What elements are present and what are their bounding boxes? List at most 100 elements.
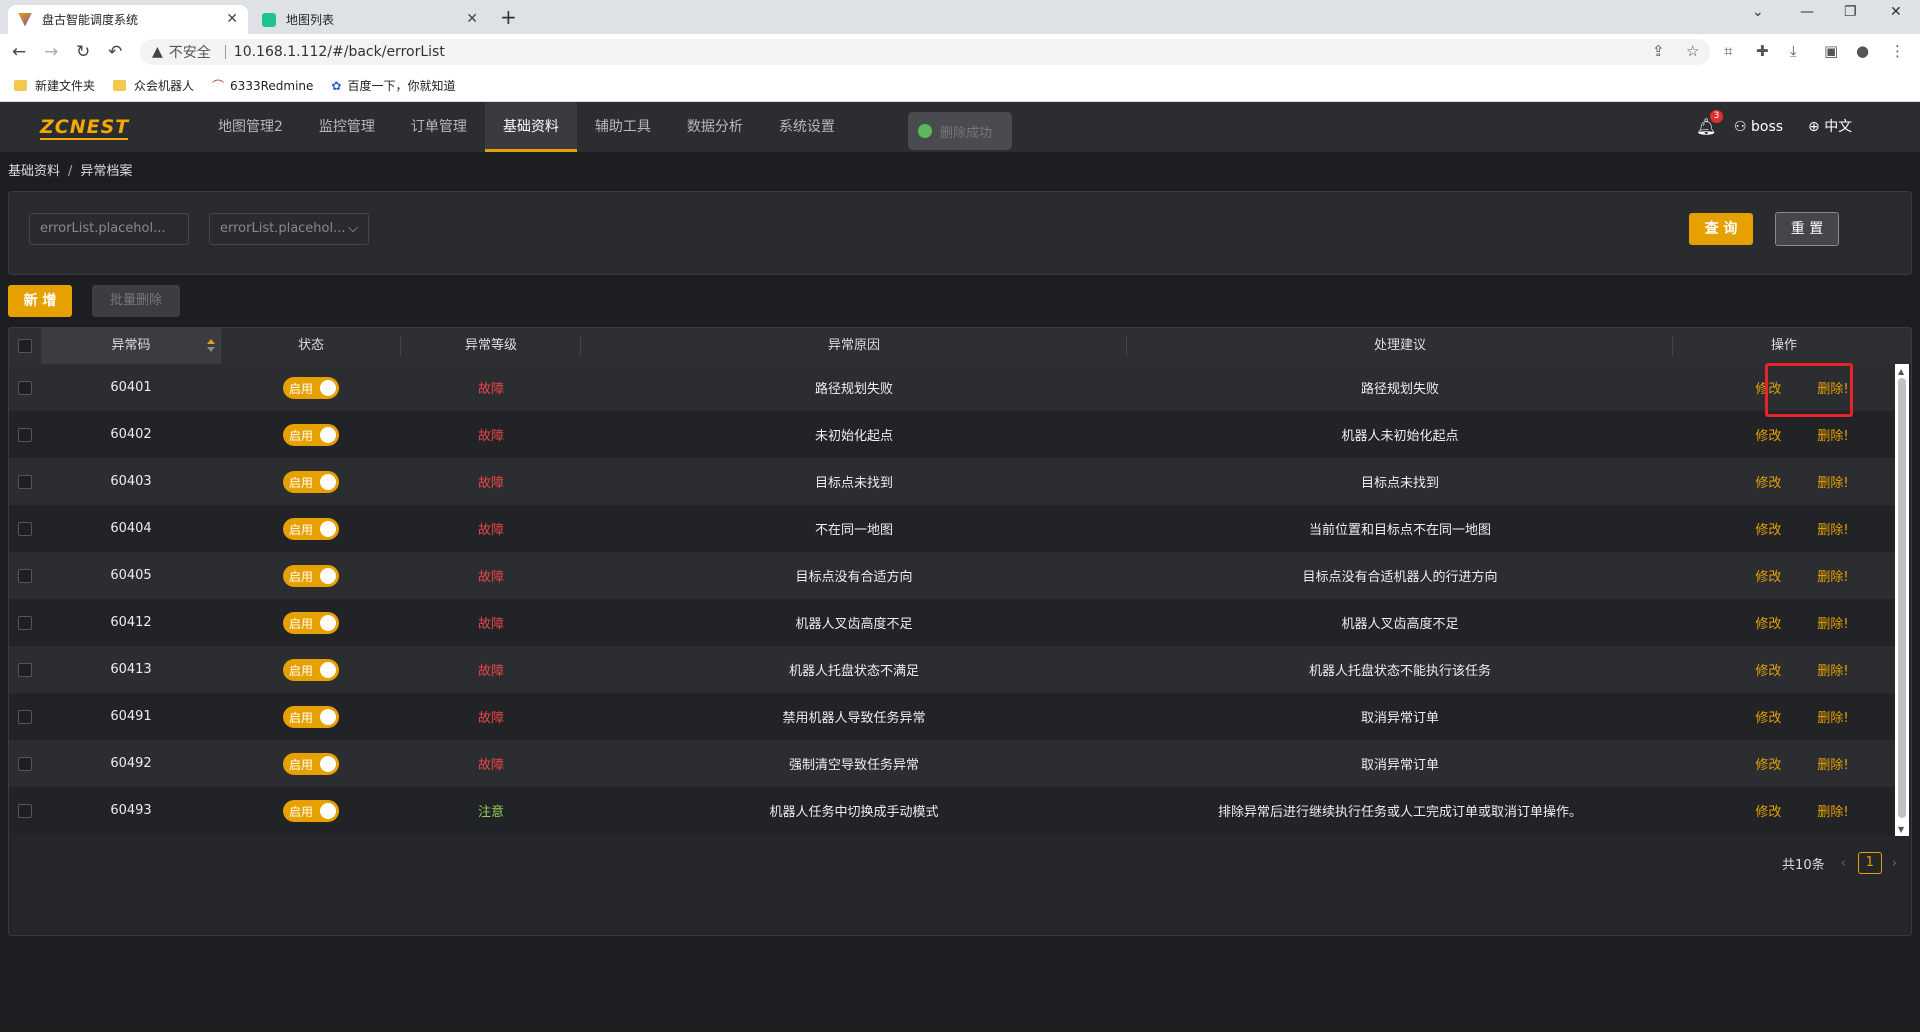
crop-icon[interactable]: ⌗: [1724, 42, 1732, 60]
download-icon[interactable]: ⤓: [1790, 42, 1797, 60]
delete-button[interactable]: 删除!: [1817, 613, 1848, 632]
edit-button[interactable]: 修改: [1755, 707, 1781, 726]
new-tab-button[interactable]: +: [500, 5, 517, 29]
status-toggle[interactable]: 启用: [283, 564, 339, 587]
edit-button[interactable]: 修改: [1755, 566, 1781, 585]
edit-button[interactable]: 修改: [1755, 801, 1781, 820]
delete-button[interactable]: 删除!: [1817, 425, 1848, 444]
row-checkbox[interactable]: [18, 474, 32, 489]
next-page-icon[interactable]: ›: [1892, 856, 1897, 871]
scroll-up-icon[interactable]: ▲: [1898, 367, 1904, 376]
minimize-icon[interactable]: —: [1800, 4, 1814, 20]
menu-item-basic-data[interactable]: 基础资料: [484, 102, 577, 152]
status-toggle[interactable]: 启用: [283, 376, 339, 399]
status-toggle[interactable]: 启用: [283, 423, 339, 446]
edit-button[interactable]: 修改: [1755, 613, 1781, 632]
row-checkbox[interactable]: [18, 615, 32, 630]
browser-tab-active[interactable]: 盘古智能调度系统 ✕: [8, 5, 248, 34]
language-switch[interactable]: ⊕ 中文: [1808, 102, 1852, 152]
status-toggle[interactable]: 启用: [283, 705, 339, 728]
query-button[interactable]: 查 询: [1689, 213, 1753, 245]
bookmark-item[interactable]: ⌒ 6333Redmine: [212, 77, 313, 94]
browser-tab[interactable]: 地图列表 ✕: [252, 5, 488, 34]
menu-item-settings[interactable]: 系统设置: [761, 102, 853, 152]
delete-button[interactable]: 删除!: [1817, 754, 1848, 773]
scrollbar-thumb[interactable]: [1898, 378, 1906, 818]
tab-search-icon[interactable]: ⌄: [1752, 4, 1764, 20]
menu-item-analytics[interactable]: 数据分析: [669, 102, 761, 152]
row-checkbox[interactable]: [18, 756, 32, 771]
status-toggle[interactable]: 启用: [283, 611, 339, 634]
error-level-select[interactable]: errorList.placehol... ⌵: [209, 213, 369, 245]
restore-icon[interactable]: ❐: [1844, 4, 1857, 20]
menu-item-map[interactable]: 地图管理2: [200, 102, 301, 152]
more-icon[interactable]: ⋮: [1890, 42, 1905, 60]
bookmark-star-icon[interactable]: ☆: [1686, 42, 1699, 60]
table-scrollbar[interactable]: ▲ ▼: [1895, 364, 1909, 836]
reset-button[interactable]: 重 置: [1775, 212, 1839, 246]
breadcrumb-parent[interactable]: 基础资料: [8, 164, 60, 179]
close-icon[interactable]: ✕: [226, 11, 238, 27]
delete-button[interactable]: 删除!: [1817, 566, 1848, 585]
menu-item-monitor[interactable]: 监控管理: [301, 102, 393, 152]
menu-item-tools[interactable]: 辅助工具: [577, 102, 669, 152]
row-checkbox[interactable]: [18, 568, 32, 583]
omnibox[interactable]: ▲ 不安全 10.168.1.112/#/back/errorList: [140, 39, 1710, 65]
suggestion-cell: 取消异常订单: [1360, 711, 1439, 726]
toggle-knob: [320, 614, 336, 631]
back-icon[interactable]: ←: [12, 42, 26, 62]
error-code-input[interactable]: errorList.placehol...: [29, 213, 189, 245]
toggle-knob: [320, 379, 336, 396]
bookmark-item[interactable]: 新建文件夹: [14, 77, 95, 94]
error-level-cell: 注意: [477, 805, 504, 820]
edit-button[interactable]: 修改: [1755, 660, 1781, 679]
user-menu[interactable]: ⚇ boss: [1734, 102, 1783, 152]
delete-button[interactable]: 删除!: [1817, 519, 1848, 538]
bookmark-item[interactable]: 众会机器人: [113, 77, 194, 94]
breadcrumb-current: 异常档案: [80, 164, 133, 179]
sidepanel-icon[interactable]: ▣: [1824, 42, 1838, 60]
status-cell: 启用: [221, 376, 401, 399]
bookmark-item[interactable]: ✿ 百度一下，你就知道: [331, 77, 455, 94]
row-checkbox[interactable]: [18, 427, 32, 442]
row-checkbox[interactable]: [18, 803, 32, 818]
row-checkbox[interactable]: [18, 521, 32, 536]
status-toggle[interactable]: 启用: [283, 658, 339, 681]
edit-button[interactable]: 修改: [1755, 472, 1781, 491]
column-header-code[interactable]: 异常码: [41, 328, 221, 364]
window-close-icon[interactable]: ✕: [1890, 4, 1902, 20]
delete-button[interactable]: 删除!: [1817, 472, 1848, 491]
status-toggle[interactable]: 启用: [283, 752, 339, 775]
error-reason-cell: 机器人叉齿高度不足: [795, 617, 913, 632]
scroll-down-icon[interactable]: ▼: [1898, 825, 1904, 834]
share-icon[interactable]: ⇪: [1652, 42, 1665, 60]
status-toggle[interactable]: 启用: [283, 517, 339, 540]
batch-delete-button[interactable]: 批量删除: [92, 285, 180, 317]
undo-icon[interactable]: ↶: [108, 42, 122, 62]
row-checkbox[interactable]: [18, 709, 32, 724]
delete-button[interactable]: 删除!: [1817, 707, 1848, 726]
menu-item-orders[interactable]: 订单管理: [393, 102, 485, 152]
prev-page-icon[interactable]: ‹: [1841, 856, 1846, 871]
page-number-button[interactable]: 1: [1857, 852, 1882, 874]
user-name: boss: [1751, 119, 1784, 135]
status-toggle[interactable]: 启用: [283, 799, 339, 822]
status-toggle-label: 启用: [289, 381, 314, 396]
edit-button[interactable]: 修改: [1755, 519, 1781, 538]
edit-button[interactable]: 修改: [1755, 754, 1781, 773]
close-icon[interactable]: ✕: [466, 11, 478, 27]
forward-icon[interactable]: →: [44, 42, 58, 62]
row-checkbox[interactable]: [18, 662, 32, 677]
select-all-checkbox[interactable]: [18, 338, 32, 353]
row-checkbox[interactable]: [18, 380, 32, 395]
delete-button[interactable]: 删除!: [1817, 801, 1848, 820]
status-toggle[interactable]: 启用: [283, 470, 339, 493]
extensions-icon[interactable]: ✚: [1756, 42, 1769, 60]
url-text[interactable]: 10.168.1.112/#/back/errorList: [234, 44, 445, 60]
delete-button[interactable]: 删除!: [1817, 660, 1848, 679]
edit-button[interactable]: 修改: [1755, 425, 1781, 444]
add-button[interactable]: 新 增: [8, 285, 72, 317]
reload-icon[interactable]: ↻: [76, 42, 90, 62]
sort-icon[interactable]: [207, 339, 215, 353]
profile-icon[interactable]: ●: [1856, 42, 1869, 60]
